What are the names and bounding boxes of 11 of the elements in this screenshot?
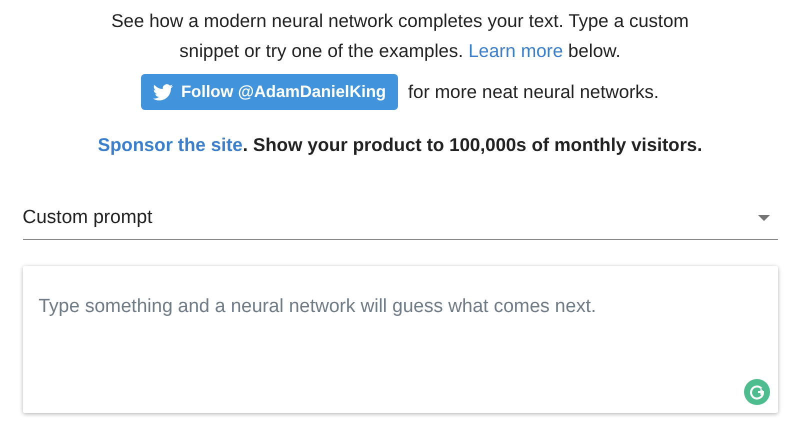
- sponsor-line: Sponsor the site. Show your product to 100,000s of monthly visitors.: [98, 134, 702, 156]
- dropdown-caret-icon: [758, 214, 770, 220]
- learn-more-link[interactable]: Learn more: [468, 40, 563, 61]
- prompt-select[interactable]: Custom prompt: [22, 196, 778, 240]
- prompt-input[interactable]: Type something and a neural network will guess what comes next.: [22, 266, 778, 413]
- follow-button[interactable]: Follow @AdamDanielKing: [141, 74, 398, 110]
- sponsor-link[interactable]: Sponsor the site: [98, 134, 243, 155]
- bird-icon: [153, 84, 174, 100]
- g-badge-icon: [744, 379, 770, 405]
- intro-paragraph: See how a modern neural network completes your text. Type a custom snippet or try one of the examples. Learn more below.: [110, 9, 690, 63]
- follow-caption: for more neat neural networks.: [408, 81, 659, 103]
